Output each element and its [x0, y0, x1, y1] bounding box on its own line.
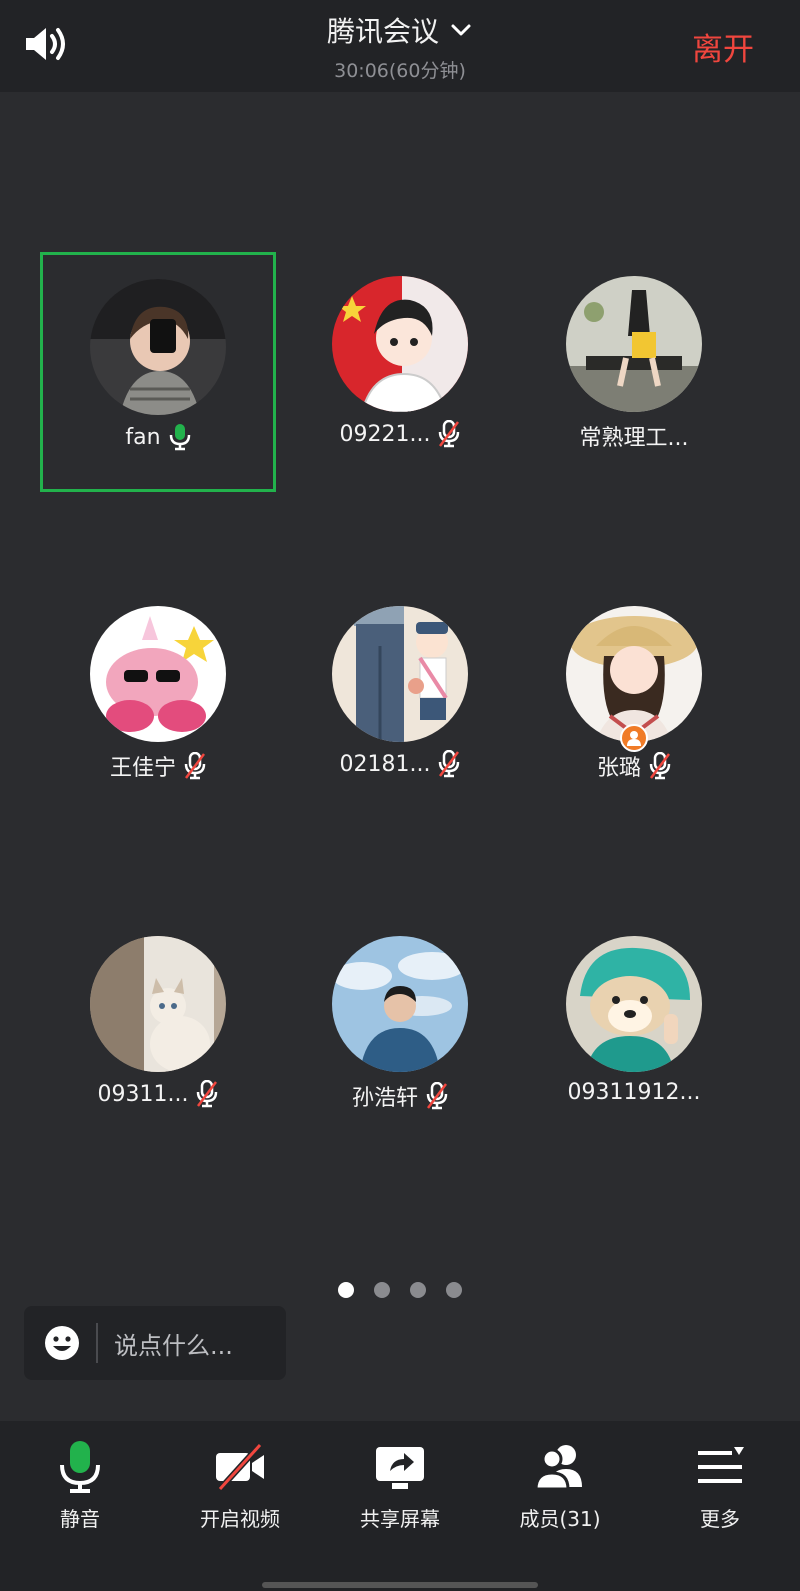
- participant-tile[interactable]: fan: [40, 252, 276, 492]
- microphone-muted-icon: [439, 750, 460, 778]
- participant-name: 王佳宁: [109, 756, 176, 781]
- meeting-duration: 30:06(60分钟): [334, 60, 466, 82]
- mute-button[interactable]: 静音: [15, 1421, 145, 1591]
- participant-tile[interactable]: 09311912...: [516, 912, 752, 1152]
- meeting-title: 腾讯会议: [326, 15, 439, 48]
- host-badge-icon: [620, 724, 648, 752]
- page-dot[interactable]: [374, 1282, 390, 1298]
- share-screen-icon: [376, 1447, 424, 1489]
- members-button[interactable]: 成员(31): [495, 1421, 625, 1591]
- microphone-icon: [60, 1441, 100, 1493]
- meeting-title-area[interactable]: 腾讯会议 30:06(60分钟): [0, 10, 800, 83]
- microphone-muted-icon: [649, 752, 671, 780]
- page-dot[interactable]: [410, 1282, 426, 1298]
- pink-cartoon-avatar: [90, 606, 226, 742]
- bottom-toolbar: 静音 开启视频 共享屏幕 成员(31) 更多: [0, 1421, 800, 1591]
- video-button[interactable]: 开启视频: [175, 1421, 305, 1591]
- sitting-figure-avatar: [566, 276, 702, 412]
- microphone-muted-icon: [197, 1080, 218, 1108]
- participant-tile[interactable]: 孙浩轩: [282, 912, 518, 1152]
- more-label: 更多: [700, 1507, 740, 1531]
- participant-name: 09311912...: [567, 1080, 701, 1105]
- dog-avatar: [566, 936, 702, 1072]
- participant-tile[interactable]: 09221...: [282, 252, 518, 492]
- microphone-muted-icon: [426, 1082, 448, 1110]
- microphone-muted-icon: [439, 420, 460, 448]
- anime-flag-avatar: [332, 276, 468, 412]
- page-dot[interactable]: [338, 1282, 354, 1298]
- members-icon: [534, 1445, 582, 1491]
- video-off-icon: [216, 1442, 264, 1492]
- anime-characters-avatar: [332, 606, 468, 742]
- participant-name: 孙浩轩: [351, 1086, 418, 1111]
- mute-label: 静音: [60, 1507, 100, 1531]
- participant-grid: fan 09221... 常熟理工... 王佳宁 02181... 张璐 093…: [0, 252, 800, 1252]
- participant-name: 02181...: [339, 751, 431, 777]
- sky-portrait-avatar: [332, 936, 468, 1072]
- page-indicator: [0, 1282, 800, 1298]
- share-label: 共享屏幕: [360, 1507, 440, 1531]
- members-label: 成员(31): [519, 1507, 601, 1531]
- microphone-on-icon: [169, 424, 190, 451]
- more-button[interactable]: 更多: [655, 1421, 785, 1591]
- participant-name: 09221...: [339, 421, 431, 447]
- share-screen-button[interactable]: 共享屏幕: [335, 1421, 465, 1591]
- leave-button[interactable]: 离开: [692, 24, 754, 69]
- girl-photo-avatar: [90, 279, 226, 415]
- emoji-icon[interactable]: [44, 1325, 80, 1361]
- participant-name: 常熟理工...: [579, 426, 689, 451]
- participant-tile[interactable]: 王佳宁: [40, 582, 276, 822]
- participant-tile[interactable]: 常熟理工...: [516, 252, 752, 492]
- participant-tile[interactable]: 09311...: [40, 912, 276, 1152]
- microphone-muted-icon: [184, 752, 206, 780]
- participant-tile[interactable]: 张璐: [516, 582, 752, 822]
- chat-input[interactable]: 说点什么...: [24, 1306, 286, 1380]
- chat-placeholder: 说点什么...: [114, 1331, 233, 1360]
- sunhat-girl-avatar: [566, 606, 702, 742]
- chevron-down-icon: [451, 24, 471, 36]
- cat-avatar: [90, 936, 226, 1072]
- participant-name: 张璐: [596, 756, 641, 781]
- top-bar: 腾讯会议 30:06(60分钟) 离开: [0, 0, 800, 92]
- participant-tile[interactable]: 02181...: [282, 582, 518, 822]
- video-label: 开启视频: [200, 1507, 280, 1531]
- home-indicator: [262, 1582, 538, 1588]
- chat-divider: [96, 1323, 98, 1363]
- participant-name: 09311...: [97, 1081, 189, 1107]
- participant-name: fan: [125, 424, 161, 450]
- page-dot[interactable]: [446, 1282, 462, 1298]
- more-menu-icon: [698, 1447, 744, 1483]
